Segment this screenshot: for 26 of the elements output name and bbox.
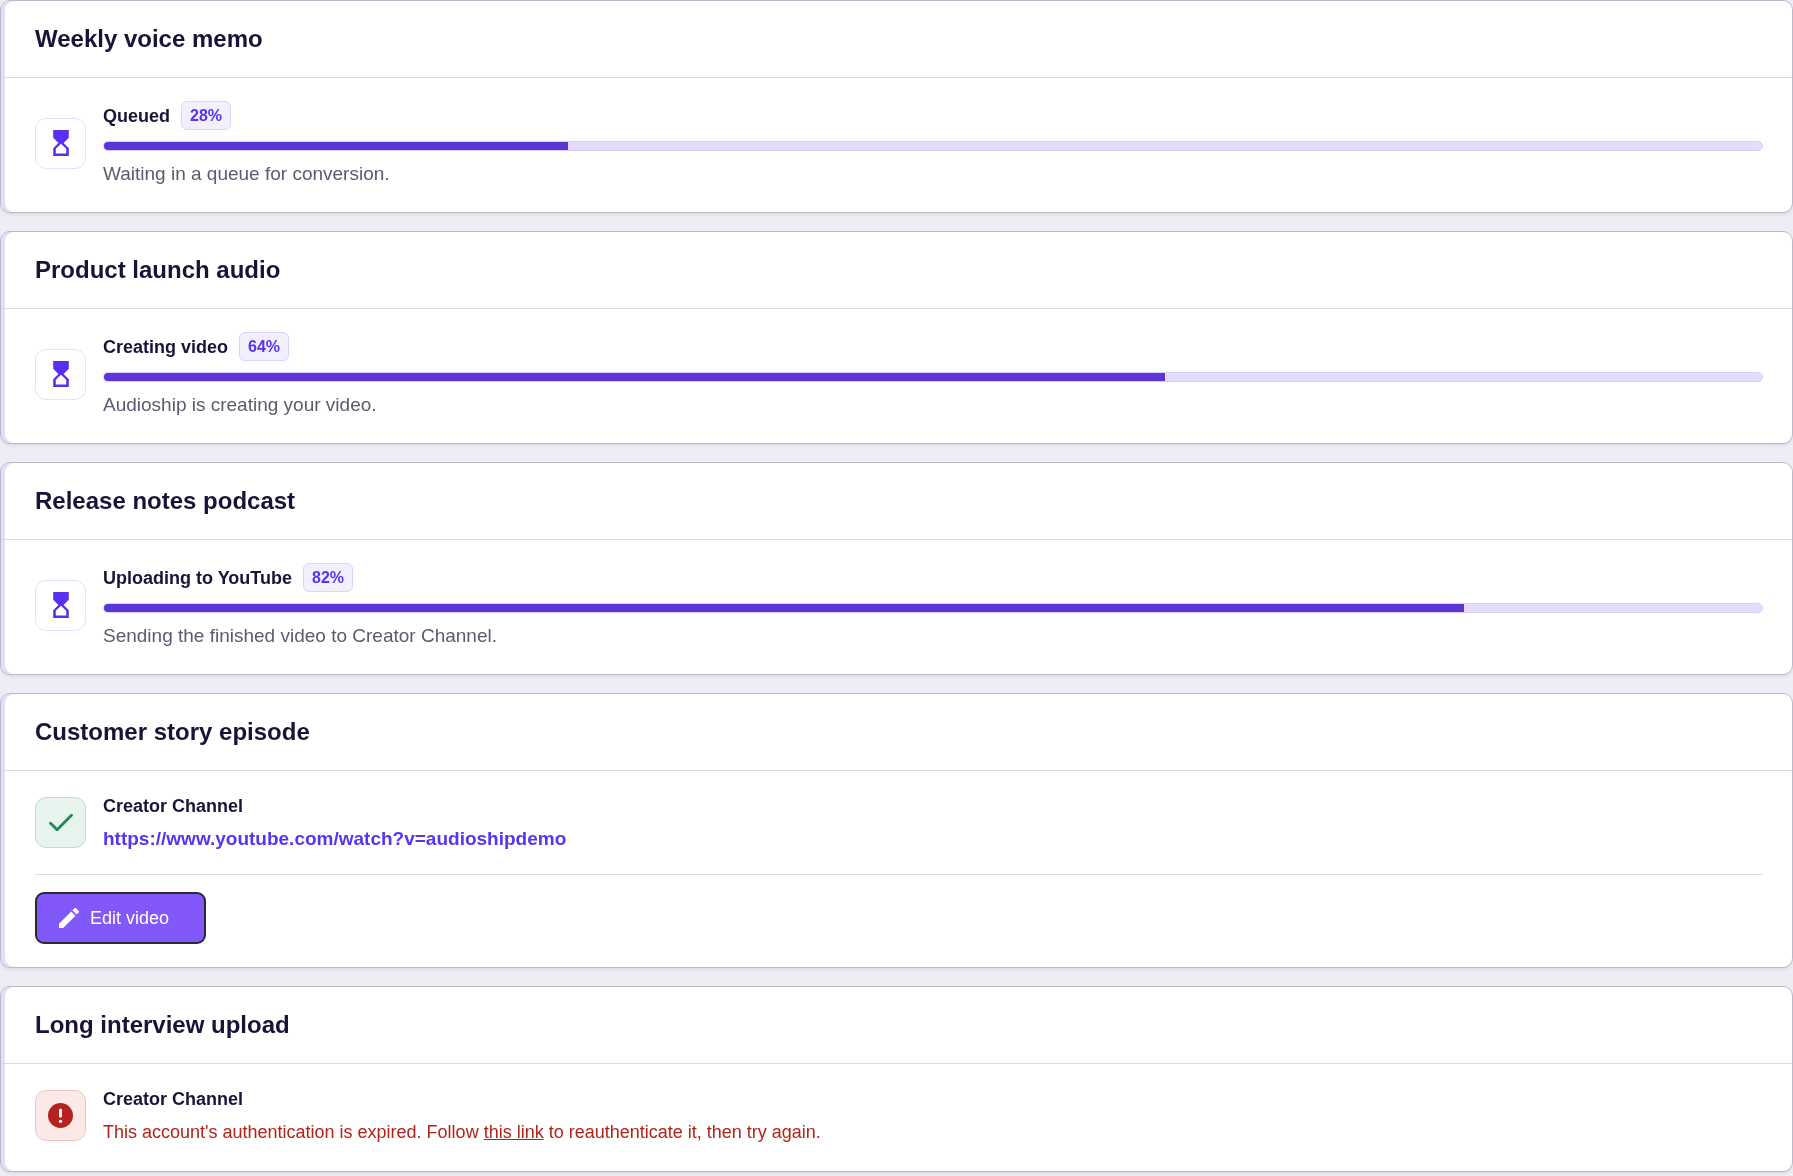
edit-video-button[interactable]: Edit video (35, 892, 206, 944)
reauth-link[interactable]: this link (483, 1122, 544, 1142)
hourglass-icon (35, 117, 86, 169)
channel-name: Creator Channel (103, 795, 245, 818)
channel-name: Creator Channel (103, 1088, 245, 1111)
hourglass-icon (35, 579, 86, 631)
percent-badge: 82% (303, 563, 353, 592)
video-link[interactable]: https://www.youtube.com/watch?v=audioshipdemo (103, 827, 567, 851)
hourglass-icon (35, 348, 86, 400)
check-icon (35, 797, 86, 848)
exclamation-icon (35, 1090, 86, 1141)
status-description: Sending the finished video to Creator Channel. (103, 624, 498, 648)
status-description: Audioship is creating your video. (103, 393, 378, 417)
card-title: Customer story episode (35, 717, 310, 747)
percent-badge: 64% (239, 332, 290, 361)
card-title: Weekly voice memo (35, 24, 263, 54)
status-label: Queued (103, 104, 170, 128)
card-title: Release notes podcast (35, 486, 296, 516)
status-description: Waiting in a queue for conversion. (103, 162, 391, 186)
card-title: Product launch audio (35, 255, 281, 285)
error-message: This account's authentication is expired. Follow this link to reauthenticate it, then try again. (103, 1121, 821, 1144)
pencil-icon (59, 908, 79, 928)
status-label: Uploading to YouTube (103, 566, 292, 590)
percent-badge: 28% (181, 101, 232, 130)
card-title: Long interview upload (35, 1010, 290, 1040)
status-label: Creating video (103, 335, 229, 359)
